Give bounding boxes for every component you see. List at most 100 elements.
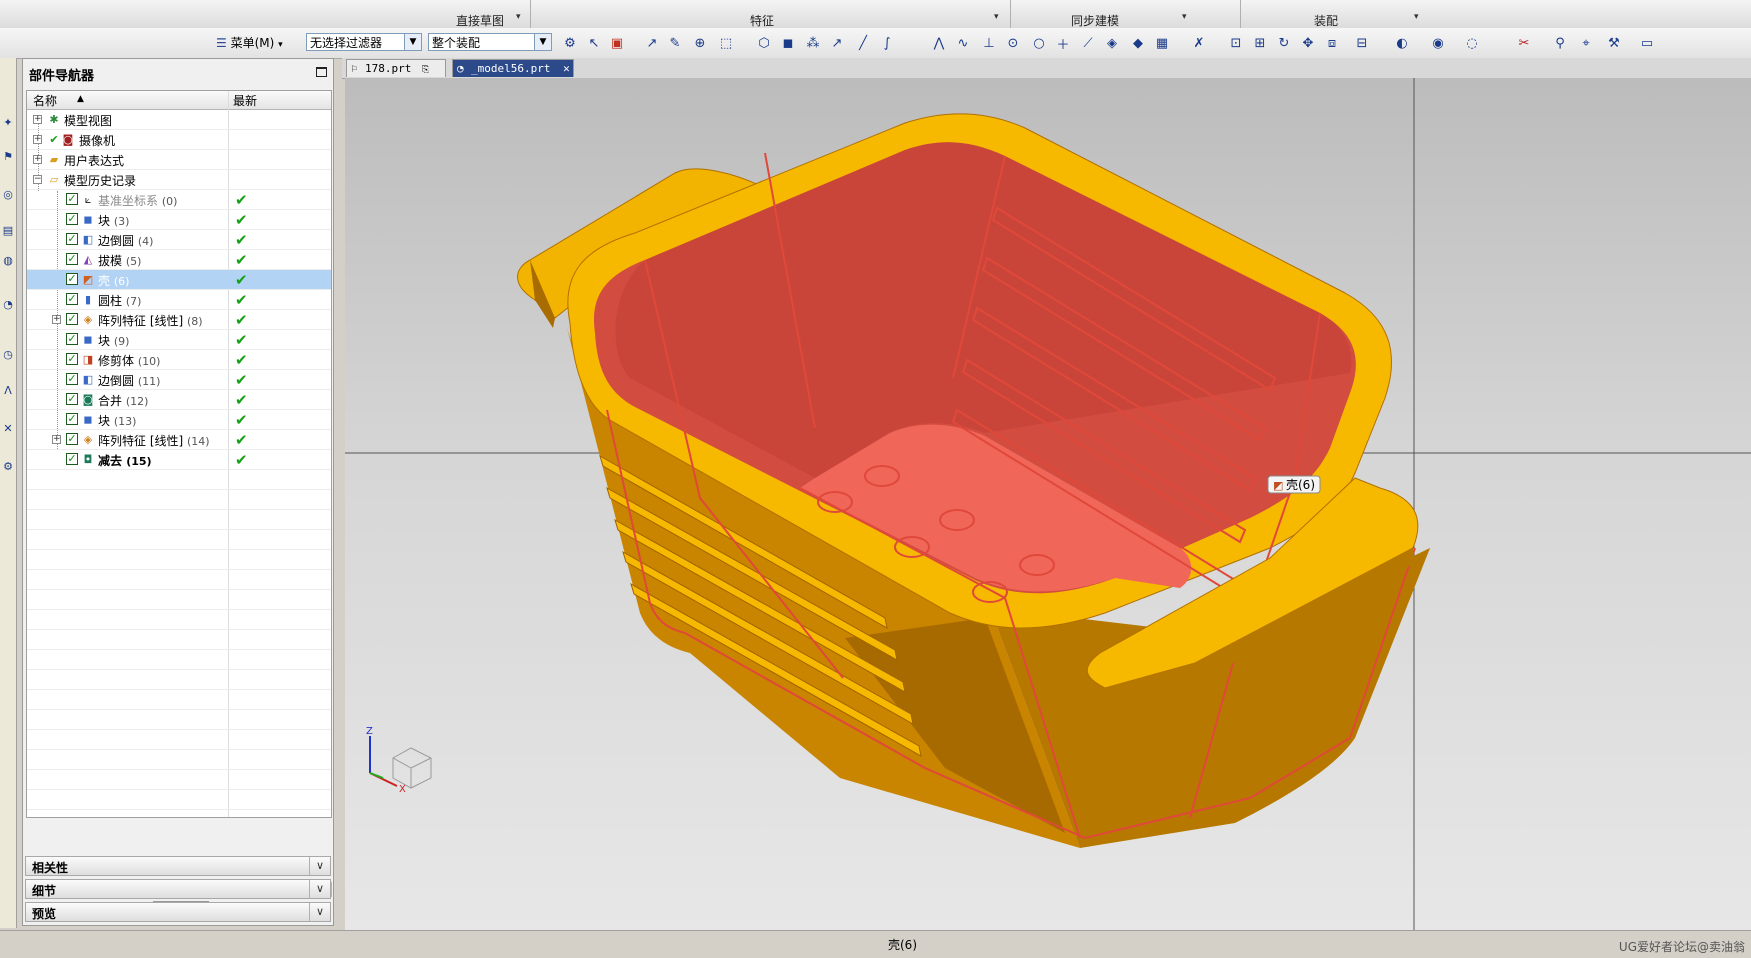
feature-row-linear-pattern[interactable]: + ✓ ◈ 阵列特征 [线性] (14) ✔: [27, 430, 331, 450]
layout-icon[interactable]: ⊟: [1352, 33, 1372, 53]
measure-icon[interactable]: ✂: [1514, 33, 1534, 53]
checkbox-checked[interactable]: ✓: [66, 313, 78, 325]
feature-row-shell[interactable]: ✓ ◩ 壳 (6) ✔: [27, 270, 331, 290]
point-on-curve-icon[interactable]: ⟋: [1078, 33, 1098, 53]
zoom-icon[interactable]: ⊞: [1250, 33, 1270, 53]
model-view[interactable]: ◩ 壳(6) Z X: [345, 78, 1751, 930]
tree-node-model-history[interactable]: − ▱ 模型历史记录: [27, 170, 331, 190]
feature-row-subtract[interactable]: ✓ ◘ 减去 (15) ✔: [27, 450, 331, 470]
feature-select-icon[interactable]: ▣: [607, 33, 627, 53]
chevron-down-icon[interactable]: ∨: [309, 880, 330, 898]
intersection-icon[interactable]: ⋀: [929, 33, 949, 53]
web-browser-icon[interactable]: ◍: [1, 254, 15, 268]
curve-icon[interactable]: ∫: [877, 33, 897, 53]
chevron-down-icon[interactable]: ▾: [1182, 12, 1187, 22]
checkbox-checked[interactable]: ✓: [66, 333, 78, 345]
lasso-icon[interactable]: ⊕: [690, 33, 710, 53]
tab-model56-prt[interactable]: ◔ _model56.prt ✕: [452, 59, 574, 77]
history-icon[interactable]: ◔: [1, 298, 15, 312]
rect-select-icon[interactable]: ⬚: [716, 33, 736, 53]
cursor-icon[interactable]: ↗: [642, 33, 662, 53]
chevron-down-icon[interactable]: ∨: [309, 857, 330, 875]
render-style-icon[interactable]: ◐: [1392, 33, 1412, 53]
bounded-grid-icon[interactable]: ◆: [1128, 33, 1148, 53]
section-preview[interactable]: 预览 ∨: [25, 902, 331, 922]
checkbox-checked[interactable]: ✓: [66, 293, 78, 305]
checkbox-checked[interactable]: ✓: [66, 233, 78, 245]
tool-icon[interactable]: ⚒: [1604, 33, 1624, 53]
feature-row-block[interactable]: ✓ ◼ 块 (3) ✔: [27, 210, 331, 230]
ribbon-group-assembly[interactable]: 装配: [1314, 12, 1338, 29]
chevron-down-icon[interactable]: ▾: [994, 12, 999, 22]
checkbox-checked[interactable]: ✓: [66, 273, 78, 285]
feature-row-edge-blend[interactable]: ✓ ◧ 边倒圆 (11) ✔: [27, 370, 331, 390]
chevron-down-icon[interactable]: ▾: [1414, 12, 1419, 22]
constraint-nav-icon[interactable]: ⚑: [1, 150, 15, 164]
ribbon-group-direct-sketch[interactable]: 直接草图: [456, 12, 504, 29]
tree-node-cameras[interactable]: + ✔ ◙ 摄像机: [27, 130, 331, 150]
checkbox-checked[interactable]: ✓: [66, 453, 78, 465]
checkbox-checked[interactable]: ✓: [66, 413, 78, 425]
analysis-icon[interactable]: ⚲: [1550, 33, 1570, 53]
snap-gear-icon[interactable]: ⚙: [560, 33, 580, 53]
assembly-nav-icon[interactable]: ✦: [1, 116, 15, 130]
menu-button[interactable]: ☰ 菜单(M) ▾: [216, 34, 283, 51]
feature-row-block[interactable]: ✓ ◼ 块 (9) ✔: [27, 330, 331, 350]
point-grid-icon[interactable]: ⁂: [803, 33, 823, 53]
snap-off-icon[interactable]: ✗: [1189, 33, 1209, 53]
feature-row-trim-body[interactable]: ✓ ◨ 修剪体 (10) ✔: [27, 350, 331, 370]
body-icon[interactable]: ⬡: [754, 33, 774, 53]
feature-row-cylinder[interactable]: ✓ ▮ 圆柱 (7) ✔: [27, 290, 331, 310]
shaded-icon[interactable]: ◉: [1428, 33, 1448, 53]
checkbox-checked[interactable]: ✓: [66, 353, 78, 365]
chevron-down-icon[interactable]: ∨: [309, 903, 330, 921]
column-header-name[interactable]: 名称: [33, 92, 57, 109]
reuse-library-icon[interactable]: ▤: [1, 224, 15, 238]
tangent-icon[interactable]: ⊥: [979, 33, 999, 53]
select-arrow-icon[interactable]: ↖: [584, 33, 604, 53]
endpoint-icon[interactable]: ↗: [827, 33, 847, 53]
maximize-icon[interactable]: [316, 67, 327, 77]
column-header-latest[interactable]: 最新: [233, 92, 257, 109]
clock-icon[interactable]: ◷: [1, 348, 15, 362]
tab-178-prt[interactable]: ⚐ 178.prt ⎘: [346, 59, 446, 77]
graphics-viewport[interactable]: ◩ 壳(6) Z X: [345, 78, 1751, 930]
tree-node-model-views[interactable]: + ✱ 模型视图: [27, 110, 331, 130]
selection-filter-dropdown[interactable]: 无选择过滤器 ▼: [306, 33, 422, 51]
ribbon-group-sync-modeling[interactable]: 同步建模: [1071, 12, 1119, 29]
view-orient-icon[interactable]: ⧈: [1322, 33, 1342, 53]
expand-icon[interactable]: +: [33, 155, 42, 164]
feature-row-draft[interactable]: ✓ ◭ 拔模 (5) ✔: [27, 250, 331, 270]
section-icon[interactable]: ⌖: [1576, 33, 1596, 53]
expand-icon[interactable]: +: [52, 435, 61, 444]
arc-center-icon[interactable]: ⊙: [1003, 33, 1023, 53]
rotate-icon[interactable]: ↻: [1274, 33, 1294, 53]
expand-icon[interactable]: +: [33, 115, 42, 124]
snap-toggle-icon[interactable]: ▦: [1152, 33, 1172, 53]
feature-row-edge-blend[interactable]: ✓ ◧ 边倒圆 (4) ✔: [27, 230, 331, 250]
checkbox-checked[interactable]: ✓: [66, 433, 78, 445]
quadrant-icon[interactable]: ○: [1029, 33, 1049, 53]
chevron-down-icon[interactable]: ▾: [516, 12, 521, 22]
midpoint-icon[interactable]: ╱: [853, 33, 873, 53]
checkbox-checked[interactable]: ✓: [66, 253, 78, 265]
selection-scope-dropdown[interactable]: 整个装配 ▼: [428, 33, 552, 51]
expand-icon[interactable]: +: [33, 135, 42, 144]
fit-view-icon[interactable]: ⊡: [1226, 33, 1246, 53]
feature-row-datum-csys[interactable]: ✓ ⟀ 基准坐标系 (0) ✔: [27, 190, 331, 210]
section-details[interactable]: 细节 ∨: [25, 879, 331, 899]
expand-icon[interactable]: +: [52, 315, 61, 324]
roles-icon[interactable]: Λ: [1, 384, 15, 398]
pin-icon[interactable]: ⎘: [422, 65, 429, 75]
collapse-icon[interactable]: −: [33, 175, 42, 184]
solid-icon[interactable]: ◼: [778, 33, 798, 53]
brush-icon[interactable]: ✎: [665, 33, 685, 53]
pan-icon[interactable]: ✥: [1298, 33, 1318, 53]
tree-node-user-expressions[interactable]: + ▰ 用户表达式: [27, 150, 331, 170]
view-triad[interactable]: Z X: [366, 726, 432, 795]
feature-row-linear-pattern[interactable]: + ✓ ◈ 阵列特征 [线性] (8) ✔: [27, 310, 331, 330]
face-point-icon[interactable]: ◈: [1102, 33, 1122, 53]
tools-icon[interactable]: ✕: [1, 422, 15, 436]
close-icon[interactable]: ✕: [563, 62, 570, 75]
checkbox-checked[interactable]: ✓: [66, 213, 78, 225]
